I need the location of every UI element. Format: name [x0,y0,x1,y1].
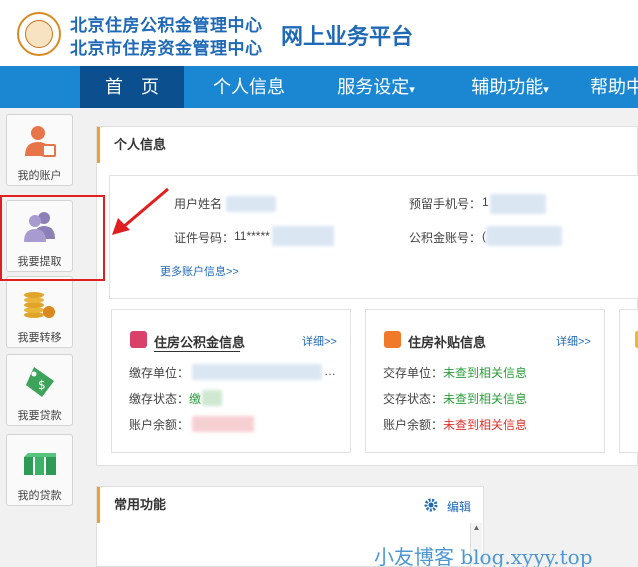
sidebar-item-loan-apply[interactable]: $ 我要贷款 [6,354,73,426]
fund-balance-row: 账户余额： [129,418,190,432]
arrow-annotation-icon [112,187,169,235]
my-loan-icon [24,453,56,475]
nav-auxiliary[interactable]: 辅助功能▾ [456,66,564,108]
subsidy-detail-link[interactable]: 详细>> [556,333,591,349]
personal-info-panel: 个人信息 用户姓名 预留手机号： 1 证件号码： 11***** 公积金账号： … [96,126,638,466]
fund-card-title-underline [154,351,240,352]
fund-balance-blurred [192,416,254,432]
scroll-up-icon[interactable]: ▲ [471,523,482,532]
highlight-box [0,195,105,281]
more-account-info-link[interactable]: 更多账户信息>> [160,263,239,279]
fund-info-card: 住房公积金信息 详细>> 缴存单位： … 缴存状态：缴 账户余额： [111,309,351,453]
fund-status-row: 缴存状态：缴 [129,392,202,406]
name-label: 用户姓名 [174,197,223,211]
logo-icon[interactable] [17,12,61,56]
id-value: 11***** [234,229,270,243]
org-name-line1: 北京住房公积金管理中心 [70,16,263,35]
fund-card-icon [130,331,147,348]
phone-value-blurred [490,194,546,214]
header: 北京住房公积金管理中心 北京市住房资金管理中心 网上业务平台 [0,0,638,66]
fund-status-blurred [202,390,222,406]
id-label: 证件号码： [174,231,235,245]
subsidy-card-icon [384,331,401,348]
fund-unit-tail: … [324,364,336,378]
chevron-down-icon: ▾ [543,84,549,96]
fund-card-title: 住房公积金信息 [154,335,246,350]
subsidy-card-title: 住房补贴信息 [408,335,487,350]
subsidy-unit-row: 交存单位：未查到相关信息 [383,366,528,380]
sidebar-item-my-loan[interactable]: 我的贷款 [6,434,73,506]
phone-value: 1 [482,195,489,209]
fund-detail-link[interactable]: 详细>> [302,333,337,349]
subsidy-status-row: 交存状态：未查到相关信息 [383,392,528,406]
account-value-blurred [486,226,562,246]
personal-info-box: 用户姓名 预留手机号： 1 证件号码： 11***** 公积金账号： ( 更多账… [109,175,638,299]
account-icon [25,126,56,157]
transfer-icon [24,292,55,318]
nav-help[interactable]: 帮助中 [590,66,638,108]
nav-home[interactable]: 首 页 [80,66,184,108]
chevron-down-icon: ▾ [409,84,415,96]
account-label: 公积金账号： [409,231,482,245]
fund-unit-row: 缴存单位： [129,366,190,380]
common-functions-title: 常用功能 [97,487,166,523]
third-info-card-partial [619,309,638,453]
nav-service-settings[interactable]: 服务设定▾ [322,66,430,108]
main-content: 个人信息 用户姓名 预留手机号： 1 证件号码： 11***** 公积金账号： … [80,108,638,567]
gear-icon[interactable] [423,497,439,513]
loan-apply-icon: $ [26,367,54,397]
fund-status-value: 缴 [189,392,202,406]
phone-label: 预留手机号： [409,197,482,211]
platform-title: 网上业务平台 [281,24,414,49]
nav-personal-info[interactable]: 个人信息 [200,66,298,108]
watermark: 小友博客 blog.xyyy.top [374,545,593,567]
fund-unit-blurred [192,364,322,380]
name-value-blurred [226,196,276,212]
org-name-line2: 北京市住房资金管理中心 [70,39,263,58]
sidebar-item-my-account[interactable]: 我的账户 [6,114,73,186]
main-nav: 首 页 个人信息 服务设定▾ 辅助功能▾ 帮助中 [0,66,638,108]
sidebar: 我的账户 我要提取 我要转移 $ 我要贷款 我的贷款 [0,108,80,567]
edit-link[interactable]: 编辑 [447,498,471,515]
subsidy-balance-row: 账户余额：未查到相关信息 [383,418,528,432]
svg-text:$: $ [38,378,46,392]
subsidy-info-card: 住房补贴信息 详细>> 交存单位：未查到相关信息 交存状态：未查到相关信息 账户… [365,309,605,453]
id-value-blurred [272,226,334,246]
sidebar-item-transfer[interactable]: 我要转移 [6,276,73,348]
personal-info-title: 个人信息 [97,127,166,163]
